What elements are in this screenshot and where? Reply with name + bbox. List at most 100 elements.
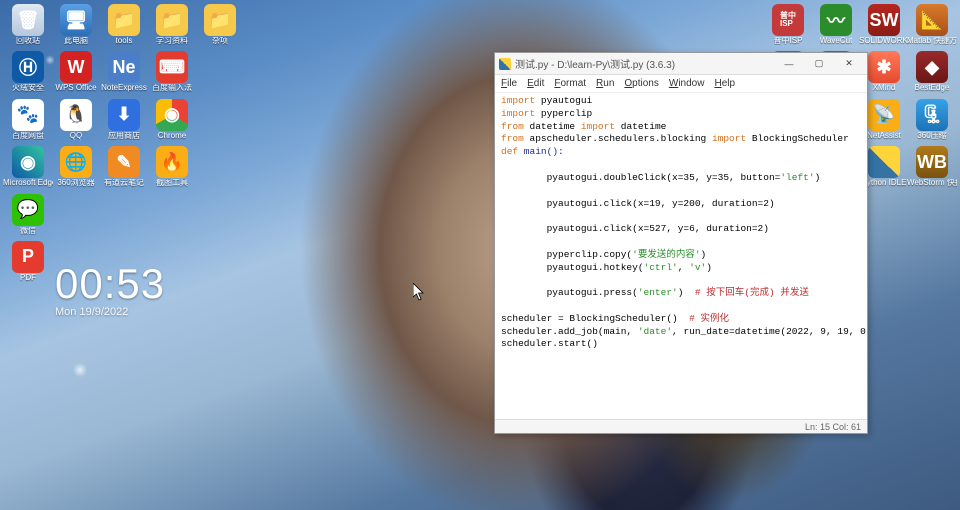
youdao[interactable]: ✎有道云笔记 xyxy=(101,146,147,187)
xmind-label: XMind xyxy=(873,84,896,92)
chrome-label: Chrome xyxy=(158,132,186,140)
wavecut-label: WaveCut xyxy=(820,37,853,45)
360browser-label: 360浏览器 xyxy=(57,179,94,187)
xmind-icon: ✱ xyxy=(868,51,900,83)
noteexpress-label: NoteExpress xyxy=(101,84,147,92)
bestedge-icon: ◆ xyxy=(916,51,948,83)
minimize-button[interactable]: — xyxy=(775,55,803,73)
menu-window[interactable]: Window xyxy=(669,78,705,89)
youdao-label: 有道云笔记 xyxy=(104,179,144,187)
noteexpress-icon: Ne xyxy=(108,51,140,83)
maximize-button[interactable]: ▢ xyxy=(805,55,833,73)
360zip-icon: 🗜 xyxy=(916,99,948,131)
wechat[interactable]: 💬微信 xyxy=(5,194,51,235)
webstorm-icon: WB xyxy=(916,146,948,178)
screenshot-label: 截图工具 xyxy=(156,179,188,187)
folder-misc[interactable]: 📁杂项 xyxy=(197,4,243,45)
isp[interactable]: 普中 ISP普中ISP xyxy=(765,4,811,45)
edge-label: Microsoft Edge xyxy=(3,179,53,187)
idle-editor-window[interactable]: 测试.py - D:\learn-Py\测试.py (3.6.3) — ▢ ✕ … xyxy=(494,52,868,434)
folder-tools-label: tools xyxy=(116,37,133,45)
360zip-label: 360压缩 xyxy=(917,132,946,140)
folder-learn-label: 学习资料 xyxy=(156,37,188,45)
solidworks-icon: SW xyxy=(868,4,900,36)
solidworks-label: SOLIDWORKS 2019 xyxy=(859,37,909,45)
statusbar: Ln: 15 Col: 61 xyxy=(495,419,867,433)
matlab-icon: 📐 xyxy=(916,4,948,36)
huorong-icon: Ⓗ xyxy=(12,51,44,83)
close-button[interactable]: ✕ xyxy=(835,55,863,73)
baidu[interactable]: 🐾百度网盘 xyxy=(5,99,51,140)
folder-learn-icon: 📁 xyxy=(156,4,188,36)
solidworks[interactable]: SWSOLIDWORKS 2019 xyxy=(861,4,907,45)
wps-label: WPS Office xyxy=(55,84,96,92)
input-method-icon: ⌨ xyxy=(156,51,188,83)
this-pc-label: 此电脑 xyxy=(64,37,88,45)
window-titlebar[interactable]: 测试.py - D:\learn-Py\测试.py (3.6.3) — ▢ ✕ xyxy=(495,53,867,75)
screenshot-icon: 🔥 xyxy=(156,146,188,178)
qq-icon: 🐧 xyxy=(60,99,92,131)
wps[interactable]: WWPS Office xyxy=(53,51,99,92)
wps-pdf[interactable]: PPDF xyxy=(5,241,51,282)
menu-format[interactable]: Format xyxy=(554,78,586,89)
wechat-icon: 💬 xyxy=(12,194,44,226)
desktop[interactable]: 🗑回收站Ⓗ火绒安全🐾百度网盘◉Microsoft Edge💬微信PPDF🖥此电脑… xyxy=(0,0,960,510)
menu-run[interactable]: Run xyxy=(596,78,614,89)
folder-misc-label: 杂项 xyxy=(212,37,228,45)
360browser-icon: 🌐 xyxy=(60,146,92,178)
folder-tools[interactable]: 📁tools xyxy=(101,4,147,45)
screenshot[interactable]: 🔥截图工具 xyxy=(149,146,195,187)
menubar[interactable]: File Edit Format Run Options Window Help xyxy=(495,75,867,93)
isp-icon: 普中 ISP xyxy=(772,4,804,36)
huorong-label: 火绒安全 xyxy=(12,84,44,92)
folder-misc-icon: 📁 xyxy=(204,4,236,36)
noteexpress[interactable]: NeNoteExpress xyxy=(101,51,147,92)
menu-file[interactable]: File xyxy=(501,78,517,89)
wavecut[interactable]: 〰WaveCut xyxy=(813,4,859,45)
youdao-icon: ✎ xyxy=(108,146,140,178)
webstorm[interactable]: WBWebStorm 快捷方式 xyxy=(909,146,955,187)
clock-date: Mon 19/9/2022 xyxy=(55,306,165,318)
edge-icon: ◉ xyxy=(12,146,44,178)
wps-icon: W xyxy=(60,51,92,83)
mouse-cursor-icon xyxy=(413,283,425,301)
python-idle-icon xyxy=(868,146,900,178)
clock-widget: 00:53 Mon 19/9/2022 xyxy=(55,260,165,318)
netassist-label: NetAssist xyxy=(867,132,901,140)
menu-options[interactable]: Options xyxy=(624,78,658,89)
edge[interactable]: ◉Microsoft Edge xyxy=(5,146,51,187)
cursor-position: Ln: 15 Col: 61 xyxy=(805,422,861,432)
input-method[interactable]: ⌨百度输入法 xyxy=(149,51,195,92)
app-store-label: 应用商店 xyxy=(108,132,140,140)
wps-pdf-icon: P xyxy=(12,241,44,273)
this-pc[interactable]: 🖥此电脑 xyxy=(53,4,99,45)
netassist-icon: 📡 xyxy=(868,99,900,131)
chrome-icon: ◉ xyxy=(156,99,188,131)
baidu-label: 百度网盘 xyxy=(12,132,44,140)
webstorm-label: WebStorm 快捷方式 xyxy=(907,179,957,187)
360browser[interactable]: 🌐360浏览器 xyxy=(53,146,99,187)
app-store-icon: ⬇ xyxy=(108,99,140,131)
wechat-label: 微信 xyxy=(20,227,36,235)
input-method-label: 百度输入法 xyxy=(152,84,192,92)
recycle-bin[interactable]: 🗑回收站 xyxy=(5,4,51,45)
360zip[interactable]: 🗜360压缩 xyxy=(909,99,955,140)
bestedge[interactable]: ◆BestEdge xyxy=(909,51,955,92)
baidu-icon: 🐾 xyxy=(12,99,44,131)
wps-pdf-label: PDF xyxy=(20,274,36,282)
huorong[interactable]: Ⓗ火绒安全 xyxy=(5,51,51,92)
recycle-bin-icon: 🗑 xyxy=(12,4,44,36)
qq-label: QQ xyxy=(70,132,82,140)
app-store[interactable]: ⬇应用商店 xyxy=(101,99,147,140)
folder-learn[interactable]: 📁学习资料 xyxy=(149,4,195,45)
clock-time: 00:53 xyxy=(55,260,165,308)
folder-tools-icon: 📁 xyxy=(108,4,140,36)
matlab[interactable]: 📐Matlab 快捷方式 xyxy=(909,4,955,45)
recycle-bin-label: 回收站 xyxy=(16,37,40,45)
menu-edit[interactable]: Edit xyxy=(527,78,544,89)
chrome[interactable]: ◉Chrome xyxy=(149,99,195,140)
code-editor[interactable]: import pyautogui import pyperclip from d… xyxy=(495,93,867,419)
qq[interactable]: 🐧QQ xyxy=(53,99,99,140)
menu-help[interactable]: Help xyxy=(714,78,735,89)
matlab-label: Matlab 快捷方式 xyxy=(907,37,957,45)
